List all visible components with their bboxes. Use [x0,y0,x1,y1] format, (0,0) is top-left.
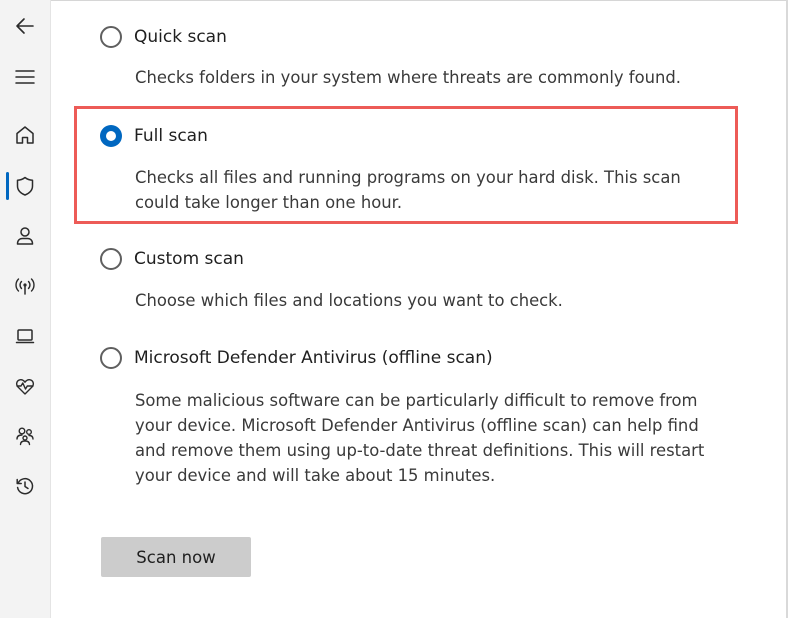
nav-virus-threat-protection[interactable] [3,168,47,204]
full-scan-description: Checks all files and running programs on… [135,168,681,212]
custom-scan-radio-row[interactable]: Custom scan [100,248,244,270]
nav-home[interactable] [3,117,47,153]
custom-scan-radio[interactable] [100,248,122,270]
quick-scan-radio-row[interactable]: Quick scan [100,26,227,48]
home-icon [16,126,34,144]
menu-button[interactable] [3,59,47,95]
nav-account-protection[interactable] [3,218,47,254]
custom-scan-label: Custom scan [134,249,244,269]
nav-protection-history[interactable] [3,468,47,504]
offline-scan-radio[interactable] [100,347,122,369]
offline-scan-label: Microsoft Defender Antivirus (offline sc… [134,348,493,368]
history-icon [16,477,34,495]
heart-pulse-icon [15,379,35,395]
custom-scan-description: Choose which files and locations you wan… [135,291,563,310]
full-scan-radio-row[interactable]: Full scan [100,125,208,147]
shield-icon [16,176,34,196]
nav-family-options[interactable] [3,418,47,454]
back-button[interactable] [3,8,47,44]
laptop-icon [15,329,35,344]
nav-firewall-network-protection[interactable] [3,268,47,304]
family-icon [16,427,34,446]
wireless-antenna-icon [15,278,35,295]
full-scan-radio[interactable] [100,125,122,147]
quick-scan-radio[interactable] [100,26,122,48]
offline-scan-radio-row[interactable]: Microsoft Defender Antivirus (offline sc… [100,347,493,369]
scan-now-button[interactable]: Scan now [101,537,251,577]
quick-scan-label: Quick scan [134,27,227,47]
full-scan-label: Full scan [134,126,208,146]
nav-app-browser-control[interactable] [3,318,47,354]
person-icon [16,227,34,245]
offline-scan-description: Some malicious software can be particula… [135,391,705,485]
windows-security-window: Quick scan Checks folders in your system… [0,0,788,618]
quick-scan-description: Checks folders in your system where thre… [135,68,681,87]
navigation-sidebar [0,0,51,618]
back-arrow-icon [16,18,34,34]
nav-device-performance-health[interactable] [3,368,47,404]
hamburger-menu-icon [15,70,35,84]
scan-options-panel: Quick scan Checks folders in your system… [51,1,786,618]
